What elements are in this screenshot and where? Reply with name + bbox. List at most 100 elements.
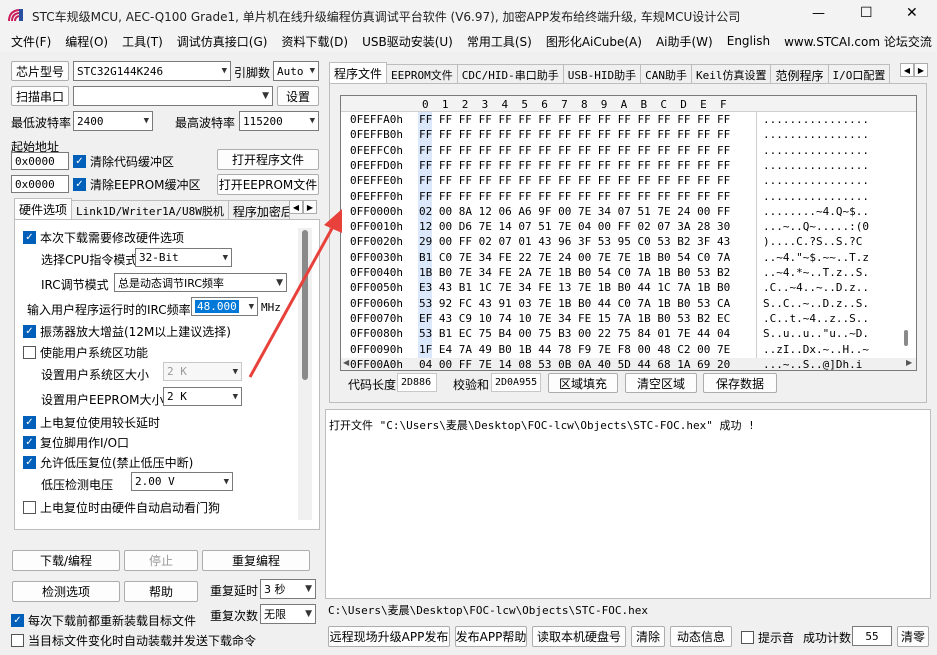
read-disk-id-button[interactable]: 读取本机硬盘号 — [532, 626, 626, 647]
oscillator-gain-checkbox[interactable]: ✓ 振荡器放大增益(12M以上建议选择) — [23, 323, 231, 340]
hex-row-bytes[interactable]: FF FF FF FF FF FF FF FF FF FF FF FF FF F… — [419, 112, 730, 127]
maximize-icon[interactable]: ☐ — [860, 5, 873, 21]
menu-english[interactable]: English — [727, 34, 770, 48]
menu-program[interactable]: 编程(O) — [65, 33, 108, 50]
main-tab-left-icon[interactable]: ◀ — [900, 63, 914, 77]
log-area[interactable] — [325, 409, 931, 599]
hex-row-bytes[interactable]: E3 43 B1 1C 7E 34 FE 13 7E 1B B0 44 1C 7… — [419, 280, 730, 295]
menu-common-tools[interactable]: 常用工具(S) — [467, 33, 532, 50]
publish-app-help-button[interactable]: 发布APP帮助 — [455, 626, 527, 647]
low-voltage-select[interactable]: 2.00 V ▼ — [131, 472, 233, 491]
checksum-label: 校验和 — [453, 378, 490, 392]
hex-row-address: 0FF0060h — [350, 296, 403, 310]
dynamic-info-button[interactable]: 动态信息 — [670, 626, 732, 647]
checkbox-empty-icon — [741, 631, 754, 644]
help-button[interactable]: 帮助 — [124, 581, 198, 602]
reload-each-download-checkbox[interactable]: ✓ 每次下载前都重新装载目标文件 — [11, 612, 196, 629]
user-system-area-checkbox[interactable]: 使能用户系统区功能 — [23, 344, 148, 361]
clear-log-button[interactable]: 清除 — [631, 626, 665, 647]
max-baud-select[interactable]: 115200 ▼ — [239, 111, 319, 131]
eeprom-address-input[interactable]: 0x0000 — [11, 175, 69, 193]
hex-row-bytes[interactable]: 04 00 FF 7E 14 08 53 0B 0A 40 5D 44 68 1… — [419, 357, 730, 372]
tab-can[interactable]: CAN助手 — [640, 64, 692, 83]
menu-downloads[interactable]: 资料下载(D) — [281, 33, 348, 50]
menu-website[interactable]: www.STCAI.com 论坛交流 — [784, 33, 932, 50]
menu-usb-driver[interactable]: USB驱动安装(U) — [362, 33, 453, 50]
hex-row-ascii: .C..t.~4..z..S.. — [763, 311, 869, 325]
repeat-count-select[interactable]: 无限 ▼ — [260, 604, 316, 624]
hex-row-bytes[interactable]: EF 43 C9 10 74 10 7E 34 FE 15 7A 1B B0 5… — [419, 311, 730, 326]
menu-file[interactable]: 文件(F) — [11, 33, 51, 50]
hex-row-bytes[interactable]: 12 00 D6 7E 14 07 51 7E 04 00 FF 02 07 3… — [419, 219, 730, 234]
check-icon: ✓ — [11, 614, 24, 627]
hex-row-bytes[interactable]: 29 00 FF 02 07 01 43 96 3F 53 95 C0 53 B… — [419, 234, 730, 249]
low-voltage-reset-checkbox[interactable]: ✓ 允许低压复位(禁止低压中断) — [23, 454, 193, 471]
tab-eeprom-file[interactable]: EEPROM文件 — [386, 64, 458, 83]
hex-row-bytes[interactable]: FF FF FF FF FF FF FF FF FF FF FF FF FF F… — [419, 127, 730, 142]
hex-row-address: 0FF0040h — [350, 266, 403, 279]
menu-aicube[interactable]: 图形化AiCube(A) — [546, 33, 642, 50]
scan-port-button[interactable]: 扫描串口 — [11, 86, 69, 106]
stop-button[interactable]: 停止 — [124, 550, 198, 571]
cpu-mode-select[interactable]: 32-Bit ▼ — [135, 248, 232, 267]
reset-count-button[interactable]: 清零 — [897, 626, 929, 647]
tab-io-config[interactable]: I/O口配置 — [827, 64, 891, 83]
repeat-delay-select[interactable]: 3 秒 ▼ — [260, 579, 316, 599]
hex-row-bytes[interactable]: B1 C0 7E 34 FE 22 7E 24 00 7E 7E 1B B0 5… — [419, 250, 730, 265]
close-icon[interactable]: ✕ — [906, 5, 918, 21]
hex-row-bytes[interactable]: 53 B1 EC 75 B4 00 75 B3 00 22 75 84 01 7… — [419, 326, 730, 341]
chip-type-button[interactable]: 芯片型号 — [11, 61, 69, 81]
reprogram-button[interactable]: 重复编程 — [202, 550, 310, 571]
clear-area-button[interactable]: 清空区域 — [625, 373, 697, 393]
watchdog-checkbox[interactable]: 上电复位时由硬件自动启动看门狗 — [23, 499, 220, 516]
check-options-button[interactable]: 检测选项 — [12, 581, 120, 602]
menu-tools[interactable]: 工具(T) — [122, 33, 163, 50]
settings-button[interactable]: 设置 — [277, 86, 319, 106]
clear-code-buffer-checkbox[interactable]: ✓ 清除代码缓冲区 — [73, 153, 174, 170]
menu-ai-assistant[interactable]: Ai助手(W) — [656, 33, 713, 50]
tab-hardware-options[interactable]: 硬件选项 — [14, 198, 73, 219]
eeprom-size-select[interactable]: 2 K ▼ — [163, 387, 242, 406]
tab-usb-hid[interactable]: USB-HID助手 — [562, 64, 642, 83]
reset-pin-io-checkbox[interactable]: ✓ 复位脚用作I/O口 — [23, 434, 129, 451]
tab-offline[interactable]: Link1D/Writer1A/U8W脱机 — [71, 200, 229, 219]
pins-select[interactable]: Auto ▼ — [273, 61, 319, 81]
chip-select[interactable]: STC32G144K246 ▼ — [73, 61, 231, 81]
menu-debug[interactable]: 调试仿真接口(G) — [177, 33, 268, 50]
hex-row-bytes[interactable]: 1F E4 7A 49 B0 1B 44 78 F9 7E F8 00 48 C… — [419, 342, 730, 357]
code-address-input[interactable]: 0x0000 — [11, 152, 69, 170]
hex-hscroll-right-icon[interactable]: ▶ — [906, 358, 912, 367]
hex-row-bytes[interactable]: 02 00 8A 12 06 A6 9F 00 7E 34 07 51 7E 2… — [419, 204, 730, 219]
port-select[interactable]: ▼ — [73, 86, 273, 106]
tab-keil[interactable]: Keil仿真设置 — [690, 64, 772, 83]
check-icon: ✓ — [23, 231, 36, 244]
chevron-down-icon: ▼ — [221, 66, 227, 76]
minimize-icon[interactable]: — — [812, 6, 825, 21]
tab-program-file[interactable]: 程序文件 — [329, 62, 388, 83]
min-baud-select[interactable]: 2400 ▼ — [73, 111, 153, 131]
hex-row-bytes[interactable]: 1B B0 7E 34 FE 2A 7E 1B B0 54 C0 7A 1B B… — [419, 265, 730, 280]
tab-examples[interactable]: 范例程序 — [770, 64, 829, 83]
remote-upgrade-app-button[interactable]: 远程现场升级APP发布 — [328, 626, 450, 647]
sound-checkbox[interactable]: 提示音 — [741, 629, 794, 646]
hex-row-bytes[interactable]: FF FF FF FF FF FF FF FF FF FF FF FF FF F… — [419, 143, 730, 158]
hex-row-ascii: ...~..S..@]Dh.i — [763, 357, 869, 371]
hex-scrollbar-thumb[interactable] — [904, 330, 908, 346]
clear-eeprom-buffer-checkbox[interactable]: ✓ 清除EEPROM缓冲区 — [73, 176, 201, 193]
min-baud-label: 最低波特率 — [11, 116, 72, 130]
download-program-button[interactable]: 下载/编程 — [12, 550, 120, 571]
long-delay-checkbox[interactable]: ✓ 上电复位使用较长延时 — [23, 414, 160, 431]
auto-send-checkbox[interactable]: 当目标文件变化时自动装载并发送下载命令 — [11, 632, 256, 649]
hex-row-bytes[interactable]: FF FF FF FF FF FF FF FF FF FF FF FF FF F… — [419, 189, 730, 204]
save-data-button[interactable]: 保存数据 — [703, 373, 777, 393]
tab-cdc-serial[interactable]: CDC/HID-串口助手 — [456, 64, 564, 83]
fill-area-button[interactable]: 区域填充 — [548, 373, 618, 393]
hex-row-bytes[interactable]: 53 92 FC 43 91 03 7E 1B B0 44 C0 7A 1B B… — [419, 296, 730, 311]
main-tab-right-icon[interactable]: ▶ — [914, 63, 928, 77]
open-program-file-button[interactable]: 打开程序文件 — [217, 149, 319, 170]
modify-hardware-checkbox[interactable]: ✓ 本次下载需要修改硬件选项 — [23, 229, 184, 246]
open-eeprom-file-button[interactable]: 打开EEPROM文件 — [217, 174, 319, 195]
hex-row-bytes[interactable]: FF FF FF FF FF FF FF FF FF FF FF FF FF F… — [419, 158, 730, 173]
eeprom-size-label: 设置用户EEPROM大小 — [41, 393, 164, 407]
hex-row-bytes[interactable]: FF FF FF FF FF FF FF FF FF FF FF FF FF F… — [419, 173, 730, 188]
